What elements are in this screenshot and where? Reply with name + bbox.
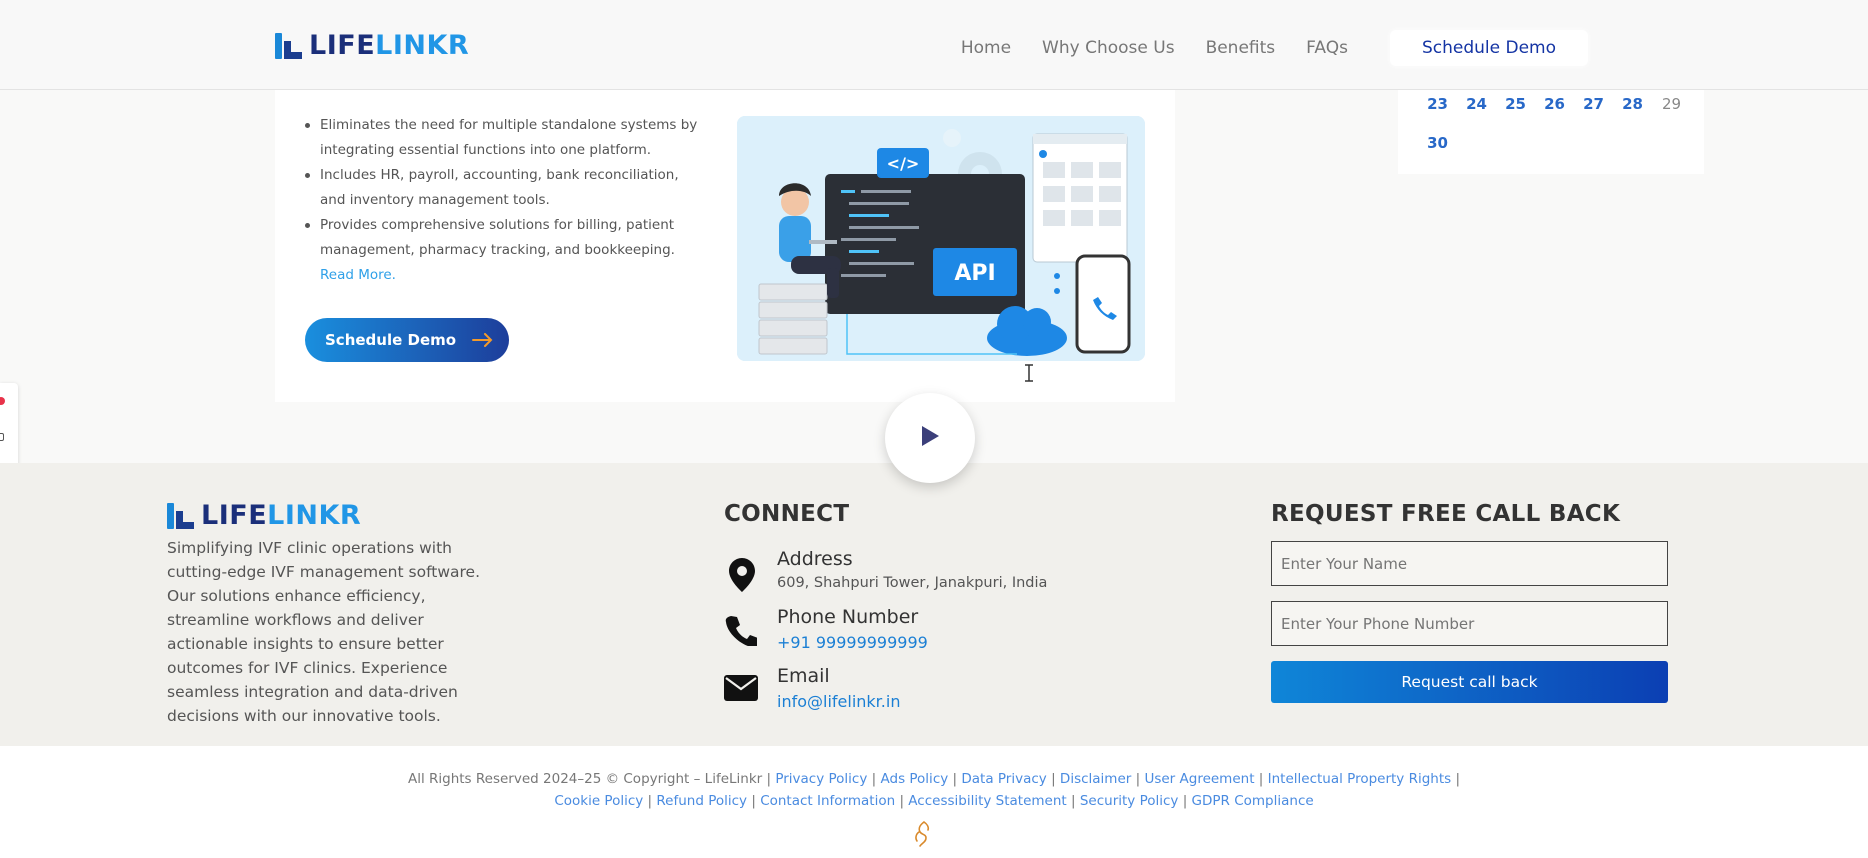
code-tag-label: </> (887, 154, 920, 173)
notification-dot-icon (0, 397, 5, 405)
copyright-bar: All Rights Reserved 2024–25 © Copyright … (0, 746, 1868, 858)
copyright-text: All Rights Reserved 2024–25 © Copyright … (407, 771, 772, 787)
legal-links-row-1: All Rights Reserved 2024–25 © Copyright … (407, 771, 1461, 787)
envelope-icon (724, 675, 758, 705)
main-nav: Home Why Choose Us Benefits FAQs Schedul… (930, 30, 1588, 66)
logo-text-linkr: LINKR (375, 30, 470, 61)
user-agreement-link[interactable]: User Agreement (1144, 771, 1254, 787)
site-footer: LIFE LINKR Simplifying IVF clinic operati… (0, 463, 1868, 746)
feature-bullets: Eliminates the need for multiple standal… (300, 113, 700, 288)
calendar-widget: 23 24 25 26 27 28 29 30 (1398, 90, 1704, 174)
logo-mark-icon (167, 502, 197, 529)
api-label: API (954, 261, 995, 286)
gdpr-compliance-link[interactable]: GDPR Compliance (1192, 793, 1314, 809)
disclaimer-link[interactable]: Disclaimer (1060, 771, 1131, 787)
calendar-day[interactable]: 27 (1574, 94, 1613, 114)
connect-heading: CONNECT (724, 501, 850, 527)
schedule-demo-label: Schedule Demo (325, 331, 457, 349)
calendar-day[interactable]: 25 (1496, 94, 1535, 114)
ads-policy-link[interactable]: Ads Policy (881, 771, 949, 787)
arrow-right-icon (472, 328, 494, 352)
play-video-button[interactable] (885, 393, 975, 483)
nav-benefits[interactable]: Benefits (1206, 35, 1276, 61)
feature-bullet-item: Provides comprehensive solutions for bil… (300, 213, 700, 263)
refund-policy-link[interactable]: Refund Policy (656, 793, 747, 809)
name-input[interactable] (1271, 541, 1668, 586)
i-beam-cursor-icon (1024, 364, 1034, 387)
calendar-week-row: 30 (1418, 133, 1457, 153)
request-call-back-button[interactable]: Request call back (1271, 661, 1668, 703)
calendar-day[interactable]: 23 (1418, 94, 1457, 114)
footer-lifelinkr-logo[interactable]: LIFE LINKR (167, 500, 361, 531)
phone-icon (725, 614, 759, 650)
calendar-week-row: 23 24 25 26 27 28 29 (1418, 94, 1691, 114)
nav-why-choose-us[interactable]: Why Choose Us (1042, 35, 1175, 61)
logo-text-life: LIFE (201, 500, 268, 531)
calendar-day[interactable]: 29 (1652, 94, 1691, 114)
calendar-day[interactable]: 30 (1418, 133, 1457, 153)
phone-input[interactable] (1271, 601, 1668, 646)
ip-rights-link[interactable]: Intellectual Property Rights (1268, 771, 1452, 787)
privacy-policy-link[interactable]: Privacy Policy (775, 771, 867, 787)
nav-home[interactable]: Home (961, 35, 1011, 61)
legal-links-row-2: Cookie Policy | Refund Policy | Contact … (554, 793, 1314, 809)
read-more-link[interactable]: Read More. (320, 263, 700, 288)
email-link[interactable]: info@lifelinkr.in (777, 692, 900, 711)
schedule-demo-button[interactable]: Schedule Demo (305, 318, 509, 362)
security-policy-link[interactable]: Security Policy (1080, 793, 1179, 809)
accessibility-statement-link[interactable]: Accessibility Statement (908, 793, 1066, 809)
calendar-day[interactable]: 26 (1535, 94, 1574, 114)
feature-bullet-item: Includes HR, payroll, accounting, bank r… (300, 163, 700, 213)
calendar-day[interactable]: 24 (1457, 94, 1496, 114)
cookie-policy-link[interactable]: Cookie Policy (554, 793, 643, 809)
footer-about-text: Simplifying IVF clinic operations with c… (167, 539, 481, 725)
lifelinkr-logo[interactable]: LIFE LINKR (275, 30, 469, 61)
contact-information-link[interactable]: Contact Information (760, 793, 895, 809)
play-icon (920, 425, 940, 451)
phone-label: Phone Number (777, 606, 919, 628)
email-label: Email (777, 665, 830, 687)
address-label: Address (777, 548, 853, 570)
nav-faqs[interactable]: FAQs (1306, 35, 1348, 61)
software-illustration: </> API (737, 116, 1145, 361)
calendar-day[interactable]: 28 (1613, 94, 1652, 114)
ganesha-symbol-icon (913, 820, 935, 850)
callback-heading: REQUEST FREE CALL BACK (1271, 501, 1621, 527)
logo-text-life: LIFE (309, 30, 376, 61)
logo-text-linkr: LINKR (267, 500, 362, 531)
address-value: 609, Shahpuri Tower, Janakpuri, India (777, 575, 1048, 591)
data-privacy-link[interactable]: Data Privacy (961, 771, 1046, 787)
map-pin-icon (729, 558, 755, 596)
share-icon[interactable] (0, 433, 4, 441)
phone-link[interactable]: +91 99999999999 (777, 633, 928, 652)
feature-bullet-item: Eliminates the need for multiple standal… (300, 113, 700, 163)
schedule-demo-nav-button[interactable]: Schedule Demo (1389, 30, 1588, 66)
logo-mark-icon (275, 32, 305, 59)
site-header: LIFE LINKR Home Why Choose Us Benefits FA… (0, 0, 1868, 90)
